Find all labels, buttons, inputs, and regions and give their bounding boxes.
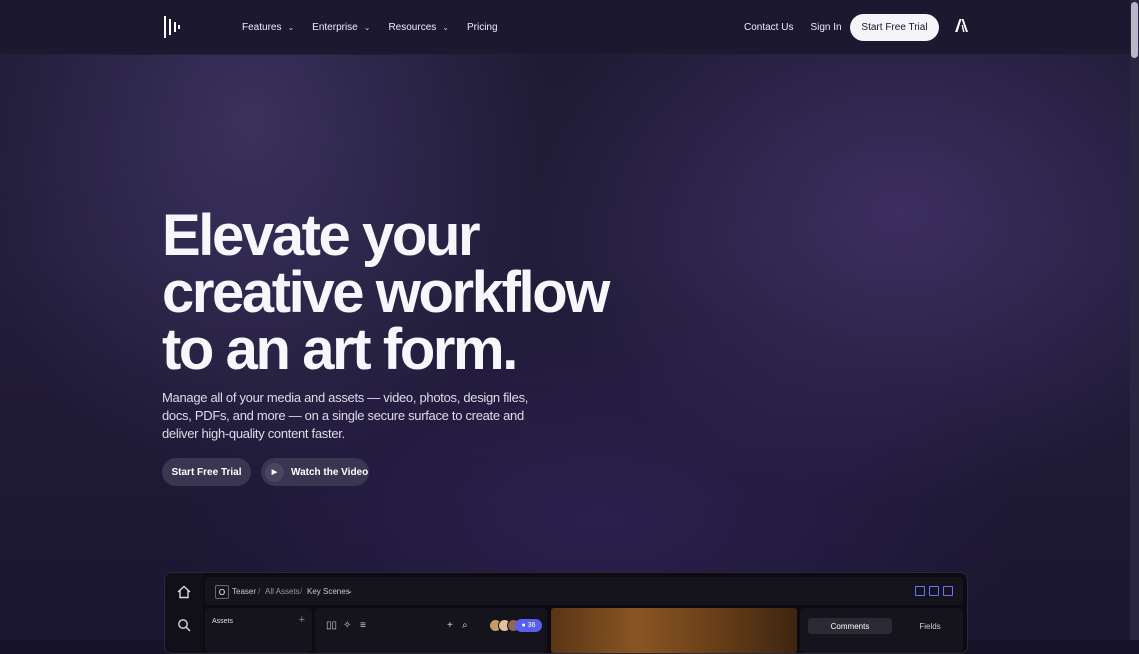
search-icon[interactable] xyxy=(177,618,191,632)
nav-item-enterprise[interactable]: Enterprise ⌄ xyxy=(312,22,370,33)
nav-item-label: Pricing xyxy=(466,21,498,33)
start-trial-button[interactable]: Start Free Trial xyxy=(162,458,251,486)
hero-title-line: Elevate your xyxy=(162,203,481,268)
breadcrumb-folder[interactable]: All Assets xyxy=(265,577,300,605)
assets-heading: Assets xyxy=(212,618,234,625)
hero-subtitle: Manage all of your media and assets — vi… xyxy=(162,390,529,441)
breadcrumb-separator: / xyxy=(300,586,303,596)
assets-panel: Assets + xyxy=(205,608,312,653)
scrollbar-thumb[interactable] xyxy=(1131,2,1138,58)
sort-icon[interactable]: ≡ xyxy=(360,620,366,631)
app-sidebar-rail xyxy=(165,573,203,653)
collaborator-count-badge[interactable]: ● 36 xyxy=(515,619,542,632)
hero-cta-row: Start Free Trial ▶ Watch the Video xyxy=(162,458,369,486)
add-icon[interactable]: + xyxy=(447,620,453,631)
app-topbar: O Teaser / All Assets / Key Scenes ⌄ xyxy=(205,577,963,605)
hero-title: Elevate your creative workflow to an art… xyxy=(162,203,622,382)
sign-in-link[interactable]: Sign In xyxy=(810,22,841,33)
home-icon[interactable] xyxy=(177,585,191,599)
chevron-down-icon: ⌄ xyxy=(363,22,371,32)
layout-center-panel-icon[interactable] xyxy=(929,586,939,596)
project-icon[interactable]: O xyxy=(215,585,229,599)
add-icon[interactable]: + xyxy=(299,614,305,626)
nav-item-label: Features xyxy=(242,21,282,33)
asset-toolbar: ▯▯ ✧ ≡ + ⌕ ● 36 xyxy=(315,608,547,653)
app-preview-window: O Teaser / All Assets / Key Scenes ⌄ Ass… xyxy=(164,572,968,654)
nav-item-pricing[interactable]: Pricing xyxy=(467,22,498,33)
start-trial-button-header[interactable]: Start Free Trial xyxy=(850,14,939,41)
hero-title-line: creative workflow xyxy=(162,260,610,325)
brand-logo-icon[interactable] xyxy=(163,16,183,38)
tab-comments[interactable]: Comments xyxy=(808,618,892,634)
adobe-logo-icon[interactable] xyxy=(955,19,968,32)
chevron-down-icon: ⌄ xyxy=(442,22,449,32)
layout-toggle-group xyxy=(915,586,953,596)
watch-video-button[interactable]: ▶ Watch the Video xyxy=(261,458,369,486)
nav-item-label: Enterprise xyxy=(312,21,358,33)
nav-item-label: Resources xyxy=(388,21,437,33)
primary-nav: Features ⌄ Enterprise ⌄ Resources ⌄ Pric… xyxy=(242,0,498,54)
breadcrumb-project[interactable]: Teaser xyxy=(232,577,256,605)
search-icon[interactable]: ⌕ xyxy=(462,620,468,631)
grid-view-icon[interactable]: ▯▯ xyxy=(326,620,337,631)
nav-item-resources[interactable]: Resources ⌄ xyxy=(388,22,449,33)
comments-panel: Comments Fields xyxy=(800,608,963,653)
contact-link[interactable]: Contact Us xyxy=(744,22,793,33)
video-preview-thumbnail[interactable] xyxy=(551,608,797,653)
sparkle-icon[interactable]: ✧ xyxy=(343,620,351,631)
breadcrumb-current[interactable]: Key Scenes xyxy=(307,577,350,605)
chevron-down-icon[interactable]: ⌄ xyxy=(347,577,353,605)
tab-fields[interactable]: Fields xyxy=(900,618,960,634)
play-icon: ▶ xyxy=(265,462,284,482)
secondary-nav: Contact Us Sign In xyxy=(744,0,842,54)
chevron-down-icon: ⌄ xyxy=(287,22,295,32)
breadcrumb-separator: / xyxy=(258,586,261,596)
user-icon: ● xyxy=(521,622,526,629)
layout-left-panel-icon[interactable] xyxy=(915,586,925,596)
nav-item-features[interactable]: Features ⌄ xyxy=(242,22,294,33)
page-scrollbar[interactable] xyxy=(1130,0,1139,640)
watch-video-label: Watch the Video xyxy=(291,466,369,478)
site-header: Features ⌄ Enterprise ⌄ Resources ⌄ Pric… xyxy=(0,0,1130,55)
hero-title-line: to an art form. xyxy=(162,317,518,382)
collaborator-count: 36 xyxy=(527,622,536,629)
layout-right-panel-icon[interactable] xyxy=(943,586,953,596)
